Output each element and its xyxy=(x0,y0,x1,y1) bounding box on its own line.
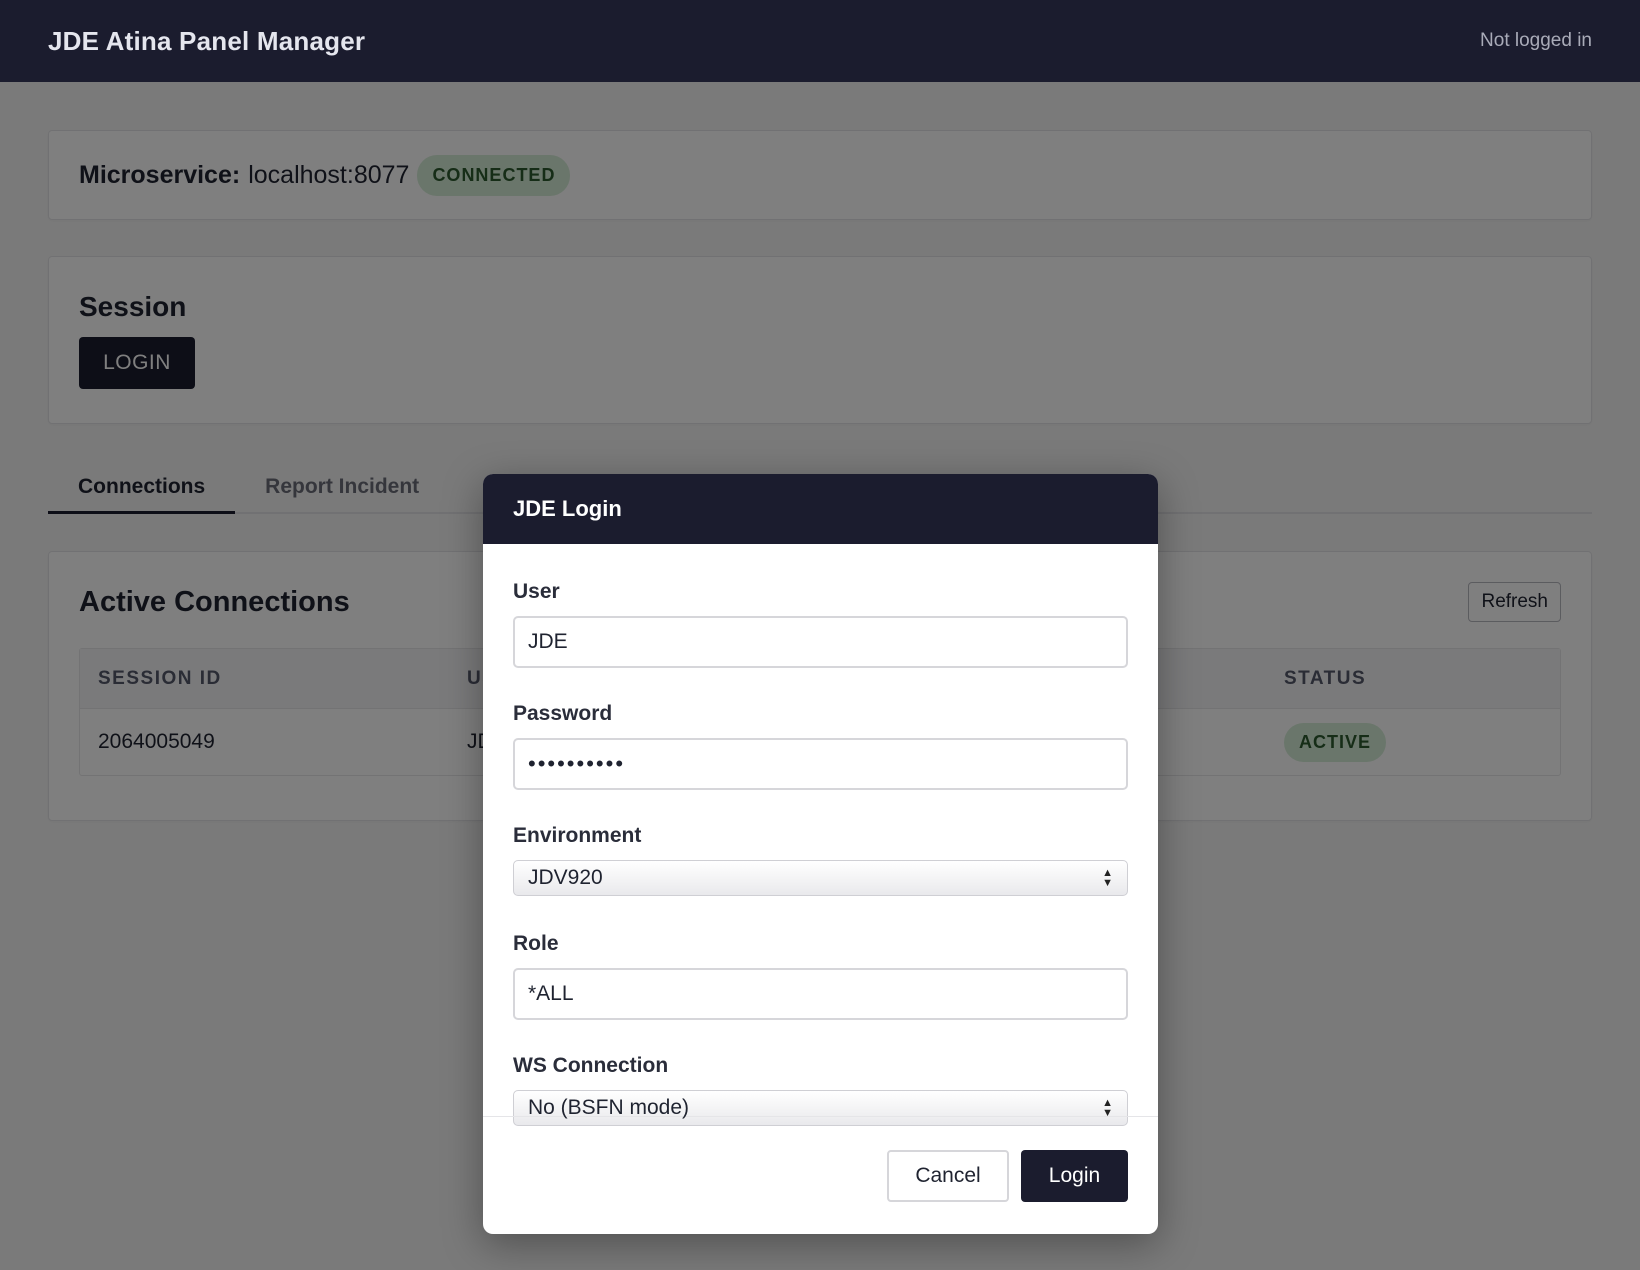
user-label: User xyxy=(513,580,560,603)
app-title: JDE Atina Panel Manager xyxy=(48,25,366,56)
password-input-value: •••••••••• xyxy=(528,751,626,776)
ws-connection-selected-value: No (BSFN mode) xyxy=(528,1096,690,1119)
top-navbar: JDE Atina Panel Manager Not logged in xyxy=(0,0,1640,82)
select-arrows-icon: ▲ ▼ xyxy=(1102,867,1113,889)
login-status: Not logged in xyxy=(1480,30,1592,51)
role-label: Role xyxy=(513,932,559,955)
environment-selected-value: JDV920 xyxy=(528,866,603,889)
modal-footer: Cancel Login xyxy=(483,1116,1158,1234)
role-input-value: *ALL xyxy=(528,982,574,1005)
modal-title: JDE Login xyxy=(513,496,622,521)
ws-connection-label: WS Connection xyxy=(513,1054,669,1077)
jde-login-modal: JDE Login User JDE Password •••••••••• E… xyxy=(483,474,1158,1234)
select-arrows-icon: ▲ ▼ xyxy=(1102,1097,1113,1119)
environment-label: Environment xyxy=(513,824,642,847)
modal-body: User JDE Password •••••••••• Environment… xyxy=(483,544,1158,1126)
role-input[interactable]: *ALL xyxy=(513,968,1128,1020)
user-input[interactable]: JDE xyxy=(513,616,1128,668)
password-input[interactable]: •••••••••• xyxy=(513,738,1128,790)
cancel-button[interactable]: Cancel xyxy=(887,1149,1009,1202)
environment-select[interactable]: JDV920 ▲ ▼ xyxy=(513,860,1128,896)
login-submit-button[interactable]: Login xyxy=(1021,1149,1128,1202)
user-input-value: JDE xyxy=(528,630,568,653)
password-label: Password xyxy=(513,702,613,725)
modal-header: JDE Login xyxy=(483,474,1158,544)
